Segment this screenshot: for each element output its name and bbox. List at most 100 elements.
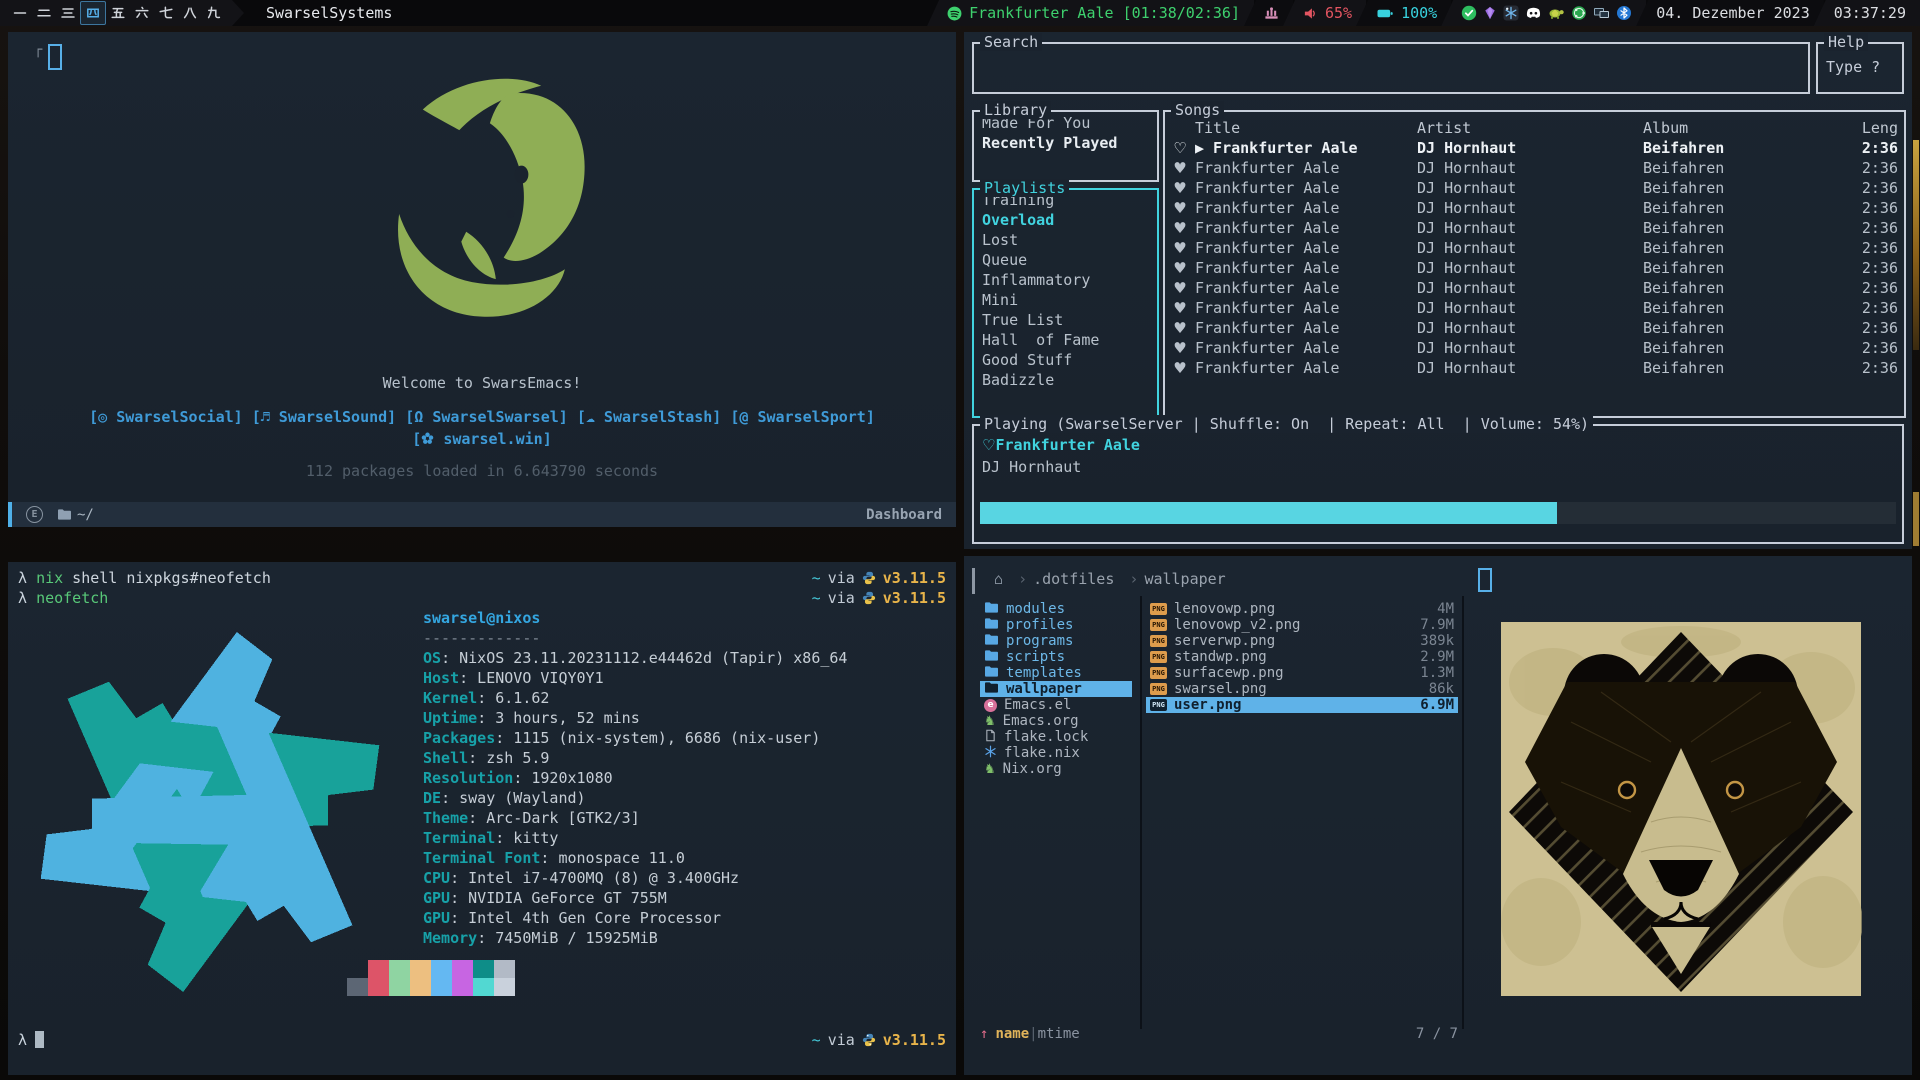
playlist-item-10[interactable]: Badizzle: [974, 370, 1157, 390]
song-row-1[interactable]: ♡▶ Frankfurter AaleDJ HornhautBeifahren2…: [1165, 138, 1904, 158]
site-button[interactable]: [ swarsel.win]: [8, 430, 956, 448]
dashboard-button-3[interactable]: [Ω SwarselSwarsel]: [405, 408, 568, 426]
playlist-item-3[interactable]: Lost: [974, 230, 1157, 250]
song-row-3[interactable]: ♥Frankfurter AaleDJ HornhautBeifahren2:3…: [1165, 178, 1904, 198]
display-icon[interactable]: [1593, 5, 1610, 21]
song-row-5[interactable]: ♥Frankfurter AaleDJ HornhautBeifahren2:3…: [1165, 218, 1904, 238]
song-row-12[interactable]: ♥Frankfurter AaleDJ HornhautBeifahren2:3…: [1165, 358, 1904, 378]
python-version: v3.11.5: [883, 568, 946, 588]
neofetch-label: DE: [423, 789, 441, 807]
dir-row-Nix.org[interactable]: ♞Nix.org: [980, 761, 1132, 777]
check-circle-icon[interactable]: [1461, 5, 1477, 21]
dir-row-modules[interactable]: modules: [980, 601, 1132, 617]
song-length: 2:36: [1838, 158, 1904, 178]
neofetch-field-15: Memory: 7450MiB / 15925MiB: [423, 928, 847, 948]
workspace-4[interactable]: [80, 1, 106, 25]
entry-name: Emacs.el: [1004, 697, 1071, 713]
workspace-6[interactable]: [130, 2, 154, 24]
playlist-item-6[interactable]: Mini: [974, 290, 1157, 310]
dir-row-Emacs.org[interactable]: ♞Emacs.org: [980, 713, 1132, 729]
scrollbar-mark[interactable]: [972, 568, 975, 594]
workspace-1[interactable]: [8, 2, 32, 24]
sort-direction-icon[interactable]: ↑: [980, 1026, 988, 1042]
workspace-9[interactable]: [202, 2, 226, 24]
heart-icon: ♥: [1165, 258, 1195, 278]
workspace-7[interactable]: [154, 2, 178, 24]
file-row-surfacewp.png[interactable]: PNGsurfacewp.png1.3M: [1146, 665, 1458, 681]
neofetch-label: Terminal Font: [423, 849, 540, 867]
file-row-serverwp.png[interactable]: PNGserverwp.png389k: [1146, 633, 1458, 649]
song-row-2[interactable]: ♥Frankfurter AaleDJ HornhautBeifahren2:3…: [1165, 158, 1904, 178]
song-row-9[interactable]: ♥Frankfurter AaleDJ HornhautBeifahren2:3…: [1165, 298, 1904, 318]
file-row-standwp.png[interactable]: PNGstandwp.png2.9M: [1146, 649, 1458, 665]
now-playing-segment[interactable]: Frankfurter Aale [01:38/02:36]: [927, 0, 1254, 26]
playlist-item-4[interactable]: Queue: [974, 250, 1157, 270]
bluetooth-icon[interactable]: [1616, 5, 1632, 21]
right-prompt: ~viav3.11.5: [812, 568, 946, 588]
neofetch-label: Kernel: [423, 689, 477, 707]
library-item-2[interactable]: Recently Played: [974, 132, 1157, 152]
volume-segment[interactable]: 65%: [1283, 0, 1366, 26]
song-row-4[interactable]: ♥Frankfurter AaleDJ HornhautBeifahren2:3…: [1165, 198, 1904, 218]
dashboard-button-2[interactable]: [♬ SwarselSound]: [252, 408, 397, 426]
dir-row-wallpaper[interactable]: wallpaper: [980, 681, 1132, 697]
seek-bar[interactable]: [980, 502, 1896, 524]
file-row-lenovowp.png[interactable]: PNGlenovowp.png4M: [1146, 601, 1458, 617]
workspace-2[interactable]: [32, 2, 56, 24]
playlist-item-8[interactable]: Hall of Fame: [974, 330, 1157, 350]
discord-icon[interactable]: [1525, 5, 1542, 21]
dir-row-scripts[interactable]: scripts: [980, 649, 1132, 665]
song-title: Frankfurter Aale: [1195, 298, 1417, 318]
breadcrumb-wallpaper[interactable]: wallpaper: [1144, 570, 1225, 588]
neofetch-label: Terminal: [423, 829, 495, 847]
sort-primary[interactable]: name: [995, 1026, 1029, 1042]
emacs-icon: E: [26, 506, 43, 523]
song-row-8[interactable]: ♥Frankfurter AaleDJ HornhautBeifahren2:3…: [1165, 278, 1904, 298]
song-row-11[interactable]: ♥Frankfurter AaleDJ HornhautBeifahren2:3…: [1165, 338, 1904, 358]
dashboard-button-1[interactable]: [◎ SwarselSocial]: [89, 408, 243, 426]
song-row-10[interactable]: ♥Frankfurter AaleDJ HornhautBeifahren2:3…: [1165, 318, 1904, 338]
playlist-item-9[interactable]: Good Stuff: [974, 350, 1157, 370]
terminal-line-2: λ neofetch~viav3.11.5: [8, 588, 956, 608]
file-row-user.png[interactable]: PNGuser.png6.9M: [1146, 697, 1458, 713]
search-box[interactable]: Search: [972, 42, 1810, 94]
file-row-swarsel.png[interactable]: PNGswarsel.png86k: [1146, 681, 1458, 697]
desktop: SwarselSystems Frankfurter Aale [01:38/0…: [0, 0, 1920, 1080]
dir-row-flake.lock[interactable]: flake.lock: [980, 729, 1132, 745]
playlist-item-5[interactable]: Inflammatory: [974, 270, 1157, 290]
python-version: v3.11.5: [883, 1030, 946, 1050]
workspace-3[interactable]: [56, 2, 80, 24]
file-manager-window: ⌂ ›.dotfiles ›wallpaper modulesprofilesp…: [964, 556, 1912, 1075]
shell-prompt[interactable]: λ ~ via v3.11.5: [18, 1030, 946, 1050]
dir-row-profiles[interactable]: profiles: [980, 617, 1132, 633]
entry-name: programs: [1006, 633, 1073, 649]
dashboard-button-5[interactable]: [@ SwarselSport]: [730, 408, 875, 426]
playlist-item-7[interactable]: True List: [974, 310, 1157, 330]
file-size: 2.9M: [1420, 649, 1454, 665]
time-segment: 03:37:29: [1814, 0, 1920, 26]
song-row-7[interactable]: ♥Frankfurter AaleDJ HornhautBeifahren2:3…: [1165, 258, 1904, 278]
playlist-item-2[interactable]: Overload: [974, 210, 1157, 230]
dir-row-Emacs.el[interactable]: eEmacs.el: [980, 697, 1132, 713]
workspace-8[interactable]: [178, 2, 202, 24]
gem-icon[interactable]: [1483, 5, 1497, 21]
lock-icon: [984, 729, 997, 746]
palette-swatch: [452, 960, 473, 978]
file-row-lenovowp_v2.png[interactable]: PNGlenovowp_v2.png7.9M: [1146, 617, 1458, 633]
workspace-5[interactable]: [106, 2, 130, 24]
dir-row-flake.nix[interactable]: flake.nix: [980, 745, 1132, 761]
sort-secondary[interactable]: mtime: [1038, 1026, 1080, 1042]
song-row-6[interactable]: ♥Frankfurter AaleDJ HornhautBeifahren2:3…: [1165, 238, 1904, 258]
file-list: PNGlenovowp.png4MPNGlenovowp_v2.png7.9MP…: [1146, 601, 1458, 713]
home-icon[interactable]: ⌂: [994, 570, 1003, 588]
nix-snowflake-tray-icon[interactable]: [1503, 5, 1519, 21]
battery-segment[interactable]: 100%: [1356, 0, 1451, 26]
turtle-icon[interactable]: [1548, 5, 1565, 21]
breadcrumb-dotfiles[interactable]: .dotfiles: [1033, 570, 1114, 588]
dir-row-programs[interactable]: programs: [980, 633, 1132, 649]
neofetch-label: Theme: [423, 809, 468, 827]
syncthing-icon[interactable]: [1571, 5, 1587, 21]
heart-icon: ♡: [1165, 138, 1195, 158]
dashboard-button-4[interactable]: [☁ SwarselStash]: [577, 408, 722, 426]
dir-row-templates[interactable]: templates: [980, 665, 1132, 681]
